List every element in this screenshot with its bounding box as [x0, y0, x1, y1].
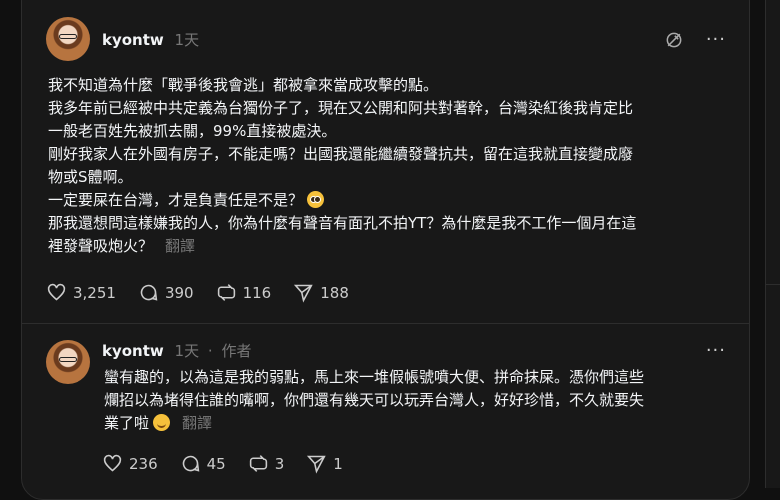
avatar-glasses — [59, 34, 77, 39]
reply-username[interactable]: kyontw — [102, 342, 164, 360]
comment-icon — [140, 284, 158, 301]
post-body: 我不知道為什麼「戰爭後我會逃」都被拿來當成攻擊的點。 我多年前已經被中共定義為台… — [48, 74, 738, 258]
repost-button[interactable]: 3 — [248, 453, 285, 474]
post-line: 一定要屎在台灣，才是負責任是不是？ — [48, 191, 304, 209]
post-actions: 3,251 390 116 188 — [46, 282, 371, 303]
translate-link[interactable]: 翻譯 — [165, 237, 195, 255]
post-line: 物或S體啊。 — [48, 168, 133, 186]
post-line-with-translate: 裡發聲吸炮火？ 翻譯 — [48, 235, 738, 258]
repost-icon — [249, 455, 267, 472]
reply-actions: 236 45 3 1 — [102, 453, 365, 474]
repost-count: 116 — [242, 283, 272, 302]
like-button[interactable]: 3,251 — [46, 282, 116, 303]
reply-post: kyontw 1天 · 作者 ··· 蠻有趣的，以為這是我的弱點，馬上來一堆假帳… — [46, 340, 736, 485]
repost-count: 3 — [274, 454, 285, 473]
reply-separator: · — [207, 342, 213, 360]
send-icon — [307, 455, 326, 474]
like-button[interactable]: 236 — [102, 453, 158, 474]
comment-count: 390 — [164, 283, 194, 302]
comment-count: 45 — [206, 454, 226, 473]
post-divider — [21, 323, 750, 324]
more-dots-icon[interactable]: ··· — [706, 340, 726, 361]
comment-icon — [182, 455, 199, 472]
pleading-face-emoji — [307, 191, 325, 208]
translate-link[interactable]: 翻譯 — [182, 414, 212, 432]
adjacent-column — [765, 0, 780, 488]
post-line: 我不知道為什麼「戰爭後我會逃」都被拿來當成攻擊的點。 — [48, 76, 439, 94]
heart-icon — [47, 283, 66, 301]
reply-body: 蠻有趣的，以為這是我的弱點，馬上來一堆假帳號噴大便、拼命抹屎。憑你們這些 爛招以… — [104, 366, 734, 435]
post-line: 一般老百姓先被抓去關，99%直接被處決。 — [48, 122, 337, 140]
post-line: 那我還想問這樣嫌我的人，你為什麼有聲音有面孔不拍YT？為什麼是我不工作一個月在這 — [48, 214, 637, 232]
like-count: 236 — [129, 454, 158, 473]
smiling-face-emoji — [153, 414, 171, 431]
reply-avatar[interactable] — [46, 340, 90, 384]
reply-line: 業了啦 — [104, 414, 150, 432]
reply-top-actions: ··· — [706, 340, 726, 361]
post-line: 我多年前已經被中共定義為台獨份子了，現在又公開和阿共對著幹，台灣染紅後我肯定比 — [48, 99, 634, 117]
repost-icon — [217, 284, 235, 301]
reply-time: 1天 — [174, 342, 200, 360]
post-top-actions: ··· — [642, 29, 726, 50]
main-post: kyontw 1天 ··· 我不知道為什麼「戰爭後我會逃」都被拿來當成攻擊的點。… — [46, 17, 736, 317]
avatar[interactable] — [46, 17, 90, 61]
like-count: 3,251 — [73, 283, 116, 302]
share-count: 1 — [333, 454, 343, 473]
reply-header: kyontw 1天 · 作者 — [102, 340, 251, 361]
post-line: 裡發聲吸炮火？ — [48, 237, 154, 255]
comment-button[interactable]: 390 — [138, 282, 194, 303]
send-icon — [294, 284, 313, 303]
comment-button[interactable]: 45 — [180, 453, 226, 474]
username[interactable]: kyontw — [102, 31, 164, 49]
post-line-with-emoji: 一定要屎在台灣，才是負責任是不是？ — [48, 189, 738, 212]
post-header: kyontw 1天 — [102, 29, 199, 50]
post-time: 1天 — [174, 31, 200, 49]
mute-icon[interactable] — [664, 30, 684, 50]
share-button[interactable]: 188 — [293, 282, 349, 303]
heart-icon — [103, 454, 122, 472]
reply-line: 蠻有趣的，以為這是我的弱點，馬上來一堆假帳號噴大便、拼命抹屎。憑你們這些 — [104, 368, 645, 386]
author-tag: 作者 — [221, 342, 252, 360]
reply-line-with-emoji: 業了啦 翻譯 — [104, 412, 734, 435]
more-dots-icon[interactable]: ··· — [706, 29, 726, 50]
share-button[interactable]: 1 — [306, 453, 343, 474]
share-count: 188 — [320, 283, 349, 302]
reply-line: 爛招以為堵得住誰的嘴啊，你們還有幾天可以玩弄台灣人，好好珍惜，不久就要失 — [104, 391, 645, 409]
adjacent-column-divider — [765, 284, 780, 285]
avatar-glasses — [59, 357, 77, 362]
post-line: 剛好我家人在外國有房子，不能走嗎？出國我還能繼續發聲抗共，留在這我就直接變成廢 — [48, 145, 634, 163]
repost-button[interactable]: 116 — [216, 282, 272, 303]
